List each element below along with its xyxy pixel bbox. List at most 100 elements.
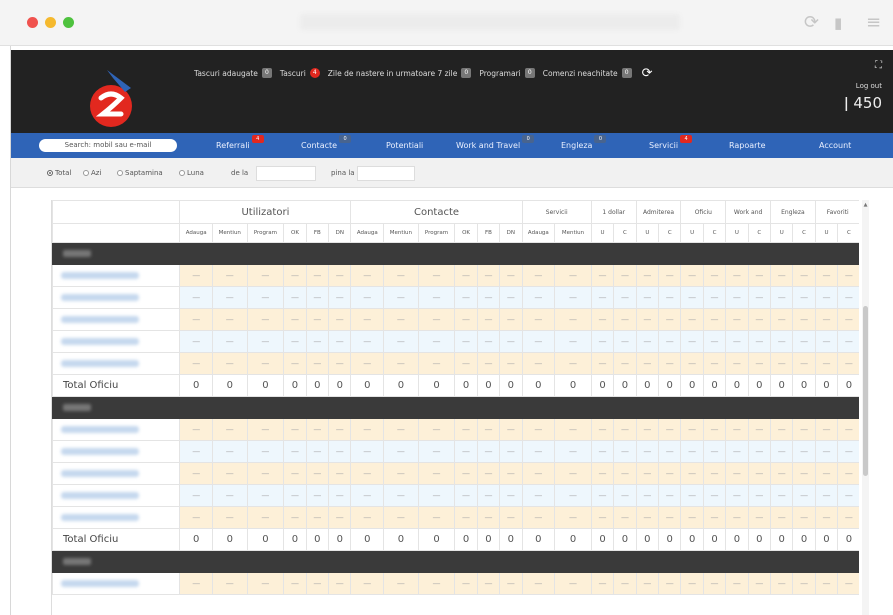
data-cell: — — [635, 462, 660, 485]
bookmark-icon[interactable]: ▮ — [834, 14, 842, 32]
to-label: pina la — [331, 169, 355, 177]
notification-label[interactable]: Tascuri adaugate — [194, 69, 258, 78]
data-cell: — — [725, 418, 749, 441]
data-cell: — — [283, 572, 307, 595]
total-value-cell: 0 — [837, 528, 859, 551]
period-radio-azi[interactable]: Azi — [83, 169, 101, 177]
total-value-cell: 0 — [814, 374, 839, 397]
scroll-up-arrow-icon[interactable]: ▲ — [862, 202, 869, 208]
user-name-cell[interactable] — [52, 440, 181, 463]
maximize-window-dot[interactable] — [63, 17, 74, 28]
notification-label[interactable]: Zile de nastere in urmatoare 7 zile — [328, 69, 458, 78]
reload-icon[interactable]: ⟳ — [804, 12, 819, 33]
user-name-cell[interactable] — [52, 506, 181, 529]
data-cell: — — [211, 506, 248, 529]
period-radio-luna[interactable]: Luna — [179, 169, 204, 177]
app-frame: Tascuri adaugate 0 Tascuri 4 Zile de nastere… — [10, 46, 893, 615]
user-name-cell[interactable] — [52, 264, 181, 287]
data-cell: — — [680, 264, 704, 287]
user-name-cell[interactable] — [52, 330, 181, 353]
period-radio-total[interactable]: Total — [47, 169, 71, 177]
refresh-icon[interactable]: ⟳ — [642, 66, 653, 81]
nav-item-servicii[interactable]: Servicii 4 — [649, 135, 693, 150]
user-name-redacted[interactable] — [61, 338, 139, 345]
radio-dot[interactable] — [47, 170, 53, 176]
radio-dot[interactable] — [117, 170, 123, 176]
minimize-window-dot[interactable] — [45, 17, 56, 28]
notification-badge[interactable]: 4 — [309, 68, 320, 78]
total-label-cell: Total Oficiu — [52, 528, 181, 551]
scrollbar-thumb[interactable] — [863, 306, 868, 476]
user-name-cell[interactable] — [52, 308, 181, 331]
data-cell: — — [613, 308, 637, 331]
notification-label[interactable]: Comenzi neachitate — [543, 69, 618, 78]
period-radio-saptamina[interactable]: Saptamina — [117, 169, 163, 177]
search-input[interactable]: Search: mobil sau e-mail — [39, 139, 177, 152]
data-cell: — — [283, 352, 307, 375]
user-name-redacted[interactable] — [61, 426, 139, 433]
user-name-cell[interactable] — [52, 572, 181, 595]
notification-badge[interactable]: 0 — [621, 68, 632, 78]
user-name-redacted[interactable] — [61, 448, 139, 455]
data-cell: — — [476, 352, 501, 375]
data-cell: — — [328, 308, 352, 331]
data-cell: — — [837, 352, 859, 375]
user-name-redacted[interactable] — [61, 316, 139, 323]
table-scrollbar[interactable]: ▲ — [862, 200, 869, 615]
close-window-dot[interactable] — [27, 17, 38, 28]
user-name-redacted[interactable] — [61, 294, 139, 301]
nav-item-engleza[interactable]: Engleza 0 — [561, 135, 607, 150]
total-label-cell: Total Oficiu — [52, 374, 181, 397]
data-cell: — — [476, 264, 501, 287]
notification-badge[interactable]: 0 — [524, 68, 535, 78]
nav-item-referrali[interactable]: Referrali 4 — [216, 135, 264, 150]
data-cell: — — [283, 506, 307, 529]
data-cell: — — [747, 330, 772, 353]
data-cell: — — [417, 506, 456, 529]
user-name-cell[interactable] — [52, 418, 181, 441]
user-name-redacted[interactable] — [61, 360, 139, 367]
data-cell: — — [521, 418, 556, 441]
group-row — [52, 396, 859, 419]
notification-label[interactable]: Programari — [479, 69, 520, 78]
to-date-input[interactable] — [357, 166, 415, 181]
data-cell: — — [814, 352, 839, 375]
data-cell: — — [554, 352, 592, 375]
user-name-cell[interactable] — [52, 462, 181, 485]
radio-dot[interactable] — [179, 170, 185, 176]
radio-dot[interactable] — [83, 170, 89, 176]
table-row: — — — — — — — — — — — — — — — — — — — — — — — — — — — [52, 418, 859, 441]
notification-label[interactable]: Tascuri — [280, 69, 306, 78]
user-name-redacted[interactable] — [61, 580, 139, 587]
total-value-cell: 0 — [211, 528, 248, 551]
menu-icon[interactable]: ≡ — [866, 12, 881, 33]
nav-item-rapoarte[interactable]: Rapoarte — [729, 141, 766, 150]
fullscreen-icon[interactable]: ⛶ — [844, 60, 882, 71]
data-cell: — — [417, 462, 456, 485]
data-cell: — — [383, 572, 419, 595]
user-name-redacted[interactable] — [61, 492, 139, 499]
address-bar[interactable] — [300, 14, 680, 30]
user-name-cell[interactable] — [52, 352, 181, 375]
nav-item-account[interactable]: Account — [819, 141, 851, 150]
nav-item-contacte[interactable]: Contacte 0 — [301, 135, 352, 150]
user-name-redacted[interactable] — [61, 272, 139, 279]
nav-item-work-and-travel[interactable]: Work and Travel 0 — [456, 135, 535, 150]
data-cell: — — [814, 418, 839, 441]
data-cell: — — [350, 506, 385, 529]
data-cell: — — [305, 484, 330, 507]
from-date-input[interactable] — [256, 166, 316, 181]
notification-badge[interactable]: 0 — [461, 68, 472, 78]
user-name-redacted[interactable] — [61, 470, 139, 477]
sub-header-cell: U — [635, 223, 660, 243]
nav-item-potentiali[interactable]: Potentiali — [386, 141, 423, 150]
user-name-cell[interactable] — [52, 286, 181, 309]
data-cell: — — [211, 308, 248, 331]
user-name-cell[interactable] — [52, 484, 181, 507]
data-cell: — — [702, 572, 727, 595]
notification-badge[interactable]: 0 — [261, 68, 272, 78]
user-name-redacted[interactable] — [61, 514, 139, 521]
logout-link[interactable]: Log out — [844, 82, 882, 90]
sub-header-cell: DN — [328, 223, 352, 243]
data-cell: — — [283, 330, 307, 353]
